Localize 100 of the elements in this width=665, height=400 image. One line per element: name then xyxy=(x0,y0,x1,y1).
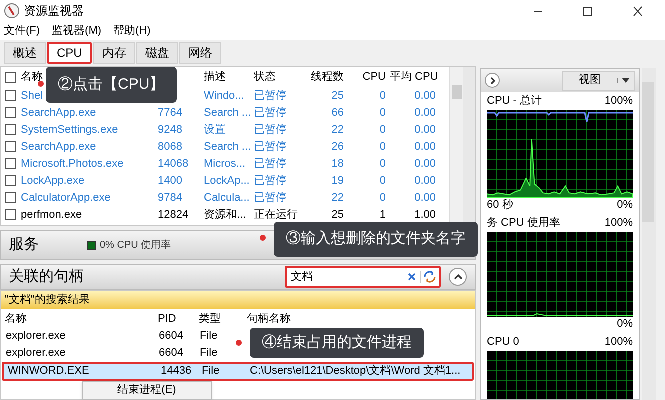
table-cell: 26 xyxy=(332,140,344,152)
table-cell: 已暂停 xyxy=(254,90,287,102)
table-cell: 设置 xyxy=(204,124,226,136)
process-name: LockApp.exe xyxy=(21,174,85,188)
table-cell: 14436 xyxy=(161,365,192,378)
table-cell: 0.00 xyxy=(414,158,436,170)
table-cell: 8068 xyxy=(158,140,182,152)
table-cell: Calcula... xyxy=(204,192,250,204)
handle-row[interactable]: WINWORD.EXE 14436 File C:\Users\el121\Desktop\文档\Word 文档1... xyxy=(2,362,474,381)
process-name: SearchApp.exe xyxy=(21,106,96,120)
table-cell: 1 xyxy=(380,208,386,220)
clear-icon[interactable] xyxy=(408,273,416,281)
column-header[interactable]: CPU xyxy=(362,70,386,83)
table-cell: 0.00 xyxy=(414,90,436,102)
process-name: SearchApp.exe xyxy=(21,140,96,154)
table-cell: 66 xyxy=(332,106,344,118)
table-cell: 已暂停 xyxy=(254,174,287,186)
graph-title: 务 CPU 使用率 xyxy=(487,216,560,231)
table-cell: 0 xyxy=(380,124,386,136)
scale-label: 100% xyxy=(604,94,633,109)
column-header[interactable]: 名称 xyxy=(5,312,27,325)
column-header[interactable]: 线程数 xyxy=(311,70,344,83)
checkbox[interactable] xyxy=(5,192,16,204)
table-cell: 已暂停 xyxy=(254,158,287,170)
scrollbar[interactable] xyxy=(642,68,656,400)
hint-tooltip: ③输入想删除的文件夹名字 xyxy=(274,222,478,257)
process-name: SystemSettings.exe xyxy=(21,122,118,138)
chevron-up-icon[interactable] xyxy=(454,274,462,280)
scale-label: 100% xyxy=(604,216,633,231)
menu-item[interactable]: 结束进程(E) xyxy=(83,382,211,399)
tab[interactable]: 磁盘 xyxy=(136,42,178,64)
view-button[interactable]: 视图 xyxy=(562,70,635,90)
table-cell: LockAp... xyxy=(204,174,250,186)
results-caption: "文档"的搜索结果 xyxy=(5,292,90,308)
chevron-right-icon[interactable] xyxy=(490,76,496,84)
menu-item[interactable]: 文件(F) xyxy=(4,22,40,40)
table-cell: 0 xyxy=(380,174,386,186)
menu-item[interactable]: 帮助(H) xyxy=(114,22,151,40)
table-cell: C:\Users\el121\Desktop\文档\Word 文档1... xyxy=(250,365,461,378)
expand-button[interactable] xyxy=(485,73,500,88)
checkbox[interactable] xyxy=(5,175,16,186)
table-cell: 18 xyxy=(332,158,344,170)
table-cell: 1.00 xyxy=(414,208,436,220)
section-header[interactable]: 关联的句柄 文档 xyxy=(0,264,476,290)
table-cell: 7764 xyxy=(158,106,182,118)
maximize-icon[interactable] xyxy=(582,6,594,16)
graph-title: CPU - 总计 xyxy=(487,94,542,109)
column-header[interactable]: 句柄名称 xyxy=(247,312,291,325)
table-cell: 0 xyxy=(380,106,386,118)
column-header[interactable]: 描述 xyxy=(204,70,226,83)
cpu-usage-label: 0% CPU 使用率 xyxy=(100,238,172,252)
tab[interactable]: 网络 xyxy=(179,42,222,64)
checkbox[interactable] xyxy=(5,107,16,118)
search-field[interactable]: 文档 xyxy=(285,266,441,288)
table-cell: explorer.exe xyxy=(6,347,66,360)
process-name: Microsoft.Photos.exe xyxy=(21,156,124,172)
checkbox[interactable] xyxy=(5,90,16,102)
legend-square-icon xyxy=(87,240,96,250)
column-header[interactable]: 平均 CPU xyxy=(390,70,438,83)
table-cell: 19 xyxy=(332,174,344,186)
tab[interactable]: 内存 xyxy=(93,42,136,64)
tab[interactable]: CPU xyxy=(47,42,92,64)
checkbox[interactable] xyxy=(5,209,16,220)
window-title: 资源监视器 xyxy=(24,3,84,20)
table-cell: 22 xyxy=(332,124,344,136)
checkbox[interactable] xyxy=(5,141,16,152)
table-cell: Search ... xyxy=(204,140,252,152)
column-header[interactable]: 类型 xyxy=(199,312,221,325)
table-cell: 0.00 xyxy=(414,192,436,204)
graph-title: CPU 0 xyxy=(487,334,520,350)
column-header[interactable]: 状态 xyxy=(254,70,276,83)
collapse-button[interactable] xyxy=(449,268,467,286)
section-title: 服务 xyxy=(9,234,39,255)
table-cell: 已暂停 xyxy=(254,124,287,136)
scrollbar[interactable] xyxy=(463,67,475,225)
table-cell: File xyxy=(202,365,220,378)
table-cell: 12824 xyxy=(158,208,189,220)
column-header[interactable]: 名称 xyxy=(21,68,43,86)
scrollbar[interactable] xyxy=(449,67,463,225)
column-header[interactable]: PID xyxy=(158,312,176,325)
table-cell: 0 xyxy=(380,192,386,204)
table-cell: Search ... xyxy=(204,106,252,118)
scale-label: 0% xyxy=(617,316,633,332)
hint-tooltip: ②点击【CPU】 xyxy=(46,67,177,103)
table-cell: 0 xyxy=(380,158,386,170)
table-cell: 25 xyxy=(332,90,344,102)
tab[interactable]: 概述 xyxy=(4,42,46,64)
table-cell: 已暂停 xyxy=(254,192,287,204)
checkbox[interactable] xyxy=(5,124,16,136)
select-all-checkbox[interactable] xyxy=(5,72,16,82)
table-cell: 正在运行 xyxy=(254,208,298,220)
close-icon[interactable] xyxy=(632,6,644,16)
table-cell: 0.00 xyxy=(414,124,436,136)
table-cell: File xyxy=(200,347,218,360)
table-cell: 0.00 xyxy=(414,174,436,186)
table-cell: 1400 xyxy=(158,174,182,186)
table-cell: 已暂停 xyxy=(254,140,287,152)
table-cell: 9784 xyxy=(158,192,182,204)
checkbox[interactable] xyxy=(5,158,16,170)
menu-item[interactable]: 监视器(M) xyxy=(52,22,102,40)
